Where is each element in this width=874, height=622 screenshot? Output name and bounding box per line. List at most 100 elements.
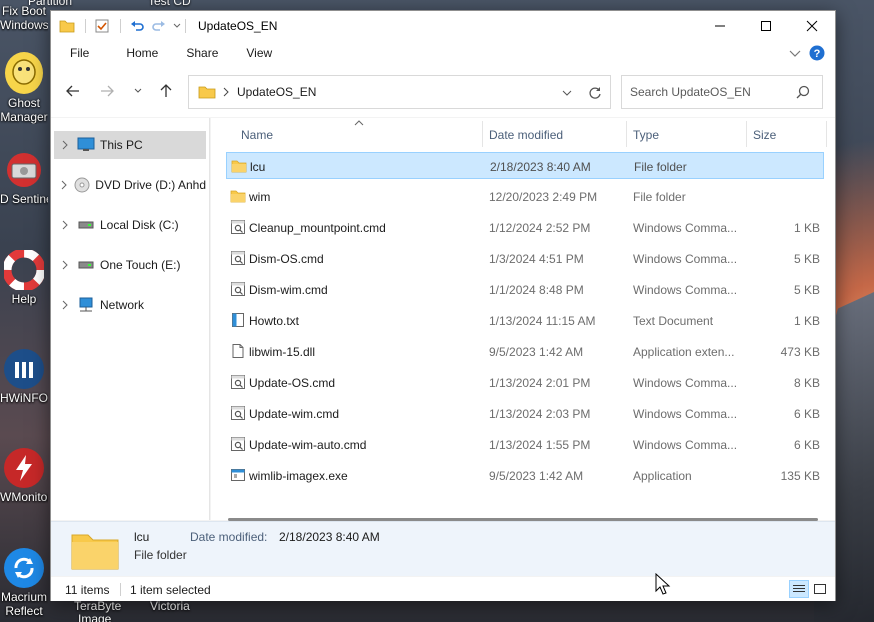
cmd-file-icon xyxy=(230,219,246,235)
undo-icon[interactable] xyxy=(129,18,145,34)
tab-file[interactable]: File xyxy=(51,46,112,60)
divider xyxy=(185,19,186,33)
column-divider[interactable] xyxy=(746,121,747,147)
column-header-name[interactable]: Name xyxy=(241,128,273,142)
desktop-label-terabyte[interactable]: TeraByte xyxy=(74,599,121,613)
file-row[interactable]: Update-wim.cmd 1/13/2024 2:03 PM Windows C… xyxy=(226,400,824,427)
desktop-icon-ghost-manager[interactable]: Ghost Manager xyxy=(0,52,48,124)
recent-locations-button[interactable] xyxy=(130,83,146,99)
file-row[interactable]: Dism-wim.cmd 1/1/2024 8:48 PM Windows Comm… xyxy=(226,276,824,303)
details-view-button[interactable] xyxy=(789,580,809,598)
column-divider[interactable] xyxy=(482,121,483,147)
sidebar-item-this-pc[interactable]: This PC xyxy=(54,131,206,159)
sidebar-item-label: Local Disk (C:) xyxy=(100,218,179,232)
file-row[interactable]: Cleanup_mountpoint.cmd 1/12/2024 2:52 PM W… xyxy=(226,214,824,241)
column-header-type[interactable]: Type xyxy=(633,128,659,142)
forward-button[interactable] xyxy=(99,83,115,99)
svg-text:?: ? xyxy=(814,48,821,60)
file-row[interactable]: Update-wim-auto.cmd 1/13/2024 1:55 PM Wind… xyxy=(226,431,824,458)
title-bar[interactable]: UpdateOS_EN xyxy=(51,11,835,41)
chevron-right-icon[interactable] xyxy=(54,140,76,150)
column-header-date[interactable]: Date modified xyxy=(489,128,563,142)
disk-drive-icon xyxy=(76,217,96,233)
chevron-right-icon[interactable] xyxy=(54,220,76,230)
folder-icon xyxy=(198,86,216,99)
lightning-icon xyxy=(4,448,44,488)
search-placeholder[interactable]: Search UpdateOS_EN xyxy=(630,85,796,99)
file-name[interactable]: wim xyxy=(249,190,270,204)
details-view-icon xyxy=(793,585,805,592)
column-divider[interactable] xyxy=(626,121,627,147)
maximize-button[interactable] xyxy=(743,11,789,41)
details-date-label: Date modified: xyxy=(190,530,268,544)
search-box[interactable]: Search UpdateOS_EN xyxy=(621,75,823,109)
file-name[interactable]: Cleanup_mountpoint.cmd xyxy=(249,221,386,235)
address-path[interactable]: UpdateOS_EN xyxy=(237,85,316,99)
minimize-button[interactable] xyxy=(697,11,743,41)
desktop-label-testcd: Test CD xyxy=(148,0,191,8)
desktop-icon-hwinfo[interactable]: HWiNFO xyxy=(0,349,48,405)
expand-ribbon-icon[interactable] xyxy=(789,47,801,59)
close-button[interactable] xyxy=(789,11,835,41)
file-name[interactable]: Howto.txt xyxy=(249,314,299,328)
desktop-label-victoria[interactable]: Victoria xyxy=(150,599,190,613)
file-row[interactable]: libwim-15.dll 9/5/2023 1:42 AM Application… xyxy=(226,338,824,365)
tab-share[interactable]: Share xyxy=(172,46,232,60)
chevron-right-icon[interactable] xyxy=(54,260,76,270)
back-button[interactable] xyxy=(65,83,81,99)
desktop-icon-hwmonitor[interactable]: WMonitor xyxy=(0,448,48,504)
chevron-down-icon[interactable] xyxy=(562,88,572,98)
file-row[interactable]: Dism-OS.cmd 1/3/2024 4:51 PM Windows Comma… xyxy=(226,245,824,272)
tab-view[interactable]: View xyxy=(232,46,286,60)
column-divider[interactable] xyxy=(826,121,827,147)
refresh-icon[interactable] xyxy=(588,86,602,100)
file-row[interactable]: wim 12/20/2023 2:49 PM File folder xyxy=(226,183,824,210)
file-type: File folder xyxy=(633,190,686,204)
details-item-name: lcu xyxy=(134,530,150,544)
redo-icon[interactable] xyxy=(151,18,167,34)
chevron-right-icon[interactable] xyxy=(54,180,74,190)
dvd-drive-icon xyxy=(74,177,92,193)
file-row[interactable]: wimlib-imagex.exe 9/5/2023 1:42 AM Applica… xyxy=(226,462,824,489)
large-icons-view-button[interactable] xyxy=(810,580,830,598)
sidebar-item-label: Network xyxy=(100,298,145,312)
file-row[interactable]: lcu 2/18/2023 8:40 AM File folder xyxy=(226,152,824,179)
file-type: Windows Comma... xyxy=(633,407,738,421)
file-name[interactable]: Dism-OS.cmd xyxy=(249,252,324,266)
help-icon[interactable]: ? xyxy=(809,45,825,61)
desktop-icon-hd-sentinel[interactable]: D Sentinel xyxy=(0,150,48,206)
properties-icon[interactable] xyxy=(94,18,110,34)
desktop-icon-help[interactable]: Help xyxy=(0,250,48,306)
text-file-icon xyxy=(230,312,246,328)
sidebar-item-network[interactable]: Network xyxy=(54,291,206,319)
file-name[interactable]: libwim-15.dll xyxy=(249,345,315,359)
column-header-size[interactable]: Size xyxy=(753,128,776,142)
file-date: 1/13/2024 1:55 PM xyxy=(489,438,591,452)
navigation-bar: UpdateOS_EN Search UpdateOS_EN xyxy=(51,65,835,117)
file-date: 12/20/2023 2:49 PM xyxy=(489,190,598,204)
file-row[interactable]: Update-OS.cmd 1/13/2024 2:01 PM Windows Co… xyxy=(226,369,824,396)
file-name[interactable]: Dism-wim.cmd xyxy=(249,283,328,297)
tab-home[interactable]: Home xyxy=(112,46,172,60)
file-name[interactable]: Update-wim-auto.cmd xyxy=(249,438,366,452)
file-name[interactable]: Update-OS.cmd xyxy=(249,376,335,390)
hdd-sentinel-icon xyxy=(4,150,44,190)
sidebar-item-one-touch-e[interactable]: One Touch (E:) xyxy=(54,251,206,279)
up-button[interactable] xyxy=(158,83,174,99)
file-size: 473 KB xyxy=(780,345,820,359)
desktop-icon-fix-boot[interactable]: Fix Boot Windows xyxy=(0,4,48,32)
sidebar-item-local-disk-c[interactable]: Local Disk (C:) xyxy=(54,211,206,239)
folder-icon xyxy=(59,20,75,33)
file-name[interactable]: wimlib-imagex.exe xyxy=(249,469,348,483)
file-name[interactable]: lcu xyxy=(250,160,265,174)
chevron-right-icon[interactable] xyxy=(221,87,231,97)
file-row[interactable]: Howto.txt 1/13/2024 11:15 AM Text Document… xyxy=(226,307,824,334)
disk-drive-icon xyxy=(76,257,96,273)
file-name[interactable]: Update-wim.cmd xyxy=(249,407,339,421)
chevron-down-icon[interactable] xyxy=(173,18,181,34)
address-bar[interactable]: UpdateOS_EN xyxy=(188,75,611,109)
divider xyxy=(120,19,121,33)
sidebar-item-dvd-drive[interactable]: DVD Drive (D:) Anhd xyxy=(54,171,206,199)
search-icon[interactable] xyxy=(796,85,810,99)
chevron-right-icon[interactable] xyxy=(54,300,76,310)
